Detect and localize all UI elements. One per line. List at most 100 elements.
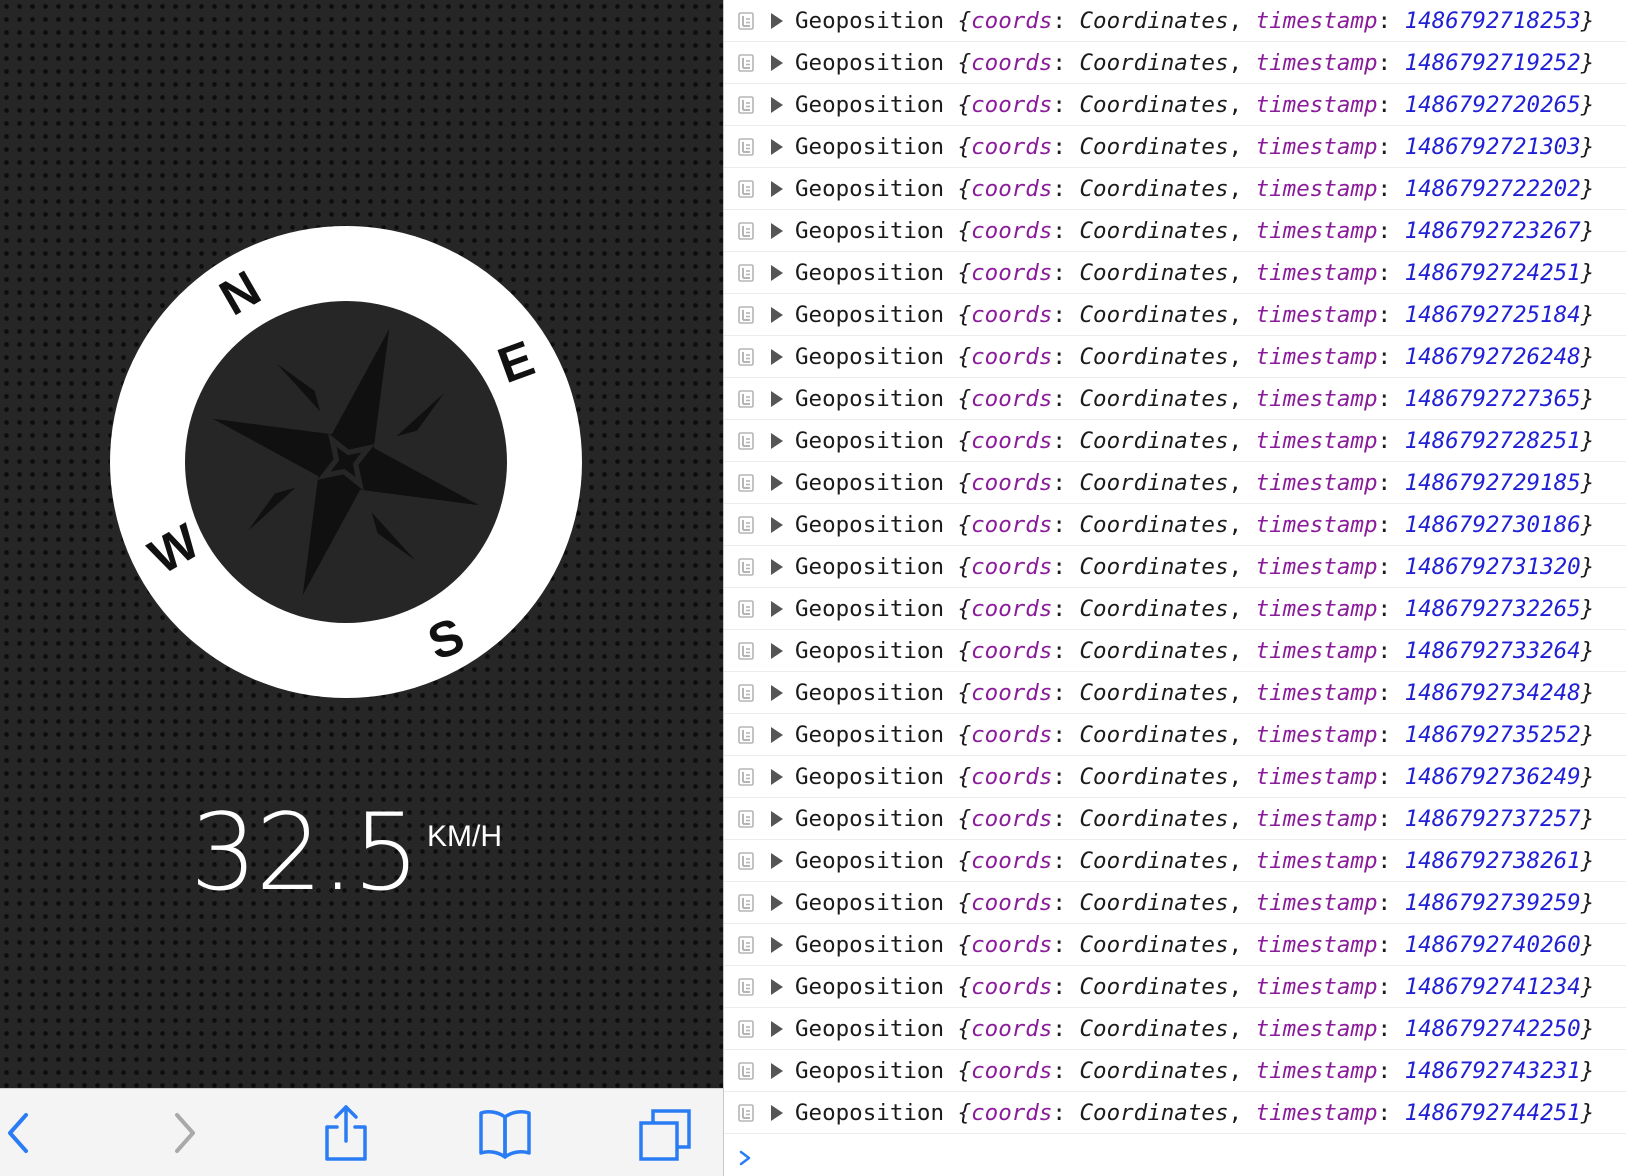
expand-triangle-icon[interactable] [771, 223, 783, 239]
expand-triangle-icon[interactable] [771, 979, 783, 995]
expand-triangle-icon[interactable] [771, 853, 783, 869]
expand-triangle-icon[interactable] [771, 97, 783, 113]
log-entry[interactable]: Geoposition {coords: Coordinates, timest… [724, 1008, 1626, 1050]
expand-triangle-icon[interactable] [771, 937, 783, 953]
log-entry[interactable]: Geoposition {coords: Coordinates, timest… [724, 1050, 1626, 1092]
log-entry[interactable]: Geoposition {coords: Coordinates, timest… [724, 756, 1626, 798]
log-object-type: Geoposition [795, 932, 945, 958]
log-entry[interactable]: Geoposition {coords: Coordinates, timest… [724, 882, 1626, 924]
log-entry[interactable]: Geoposition {coords: Coordinates, timest… [724, 462, 1626, 504]
brace-close: } [1580, 890, 1595, 916]
expand-triangle-icon[interactable] [771, 391, 783, 407]
colon: : [1052, 134, 1080, 160]
colon: : [1377, 764, 1405, 790]
expand-triangle-icon[interactable] [771, 139, 783, 155]
coords-key: coords [971, 680, 1053, 706]
colon: : [1052, 1016, 1080, 1042]
log-entry[interactable]: Geoposition {coords: Coordinates, timest… [724, 840, 1626, 882]
log-entry[interactable]: Geoposition {coords: Coordinates, timest… [724, 126, 1626, 168]
expand-triangle-icon[interactable] [771, 1105, 783, 1121]
expand-triangle-icon[interactable] [771, 181, 783, 197]
expand-triangle-icon[interactable] [771, 265, 783, 281]
expand-triangle-icon[interactable] [771, 895, 783, 911]
tabs-button[interactable] [635, 1103, 695, 1163]
log-entry[interactable]: Geoposition {coords: Coordinates, timest… [724, 798, 1626, 840]
log-entry[interactable]: Geoposition {coords: Coordinates, timest… [724, 966, 1626, 1008]
log-object-type: Geoposition [795, 764, 945, 790]
expand-triangle-icon[interactable] [771, 433, 783, 449]
log-entry[interactable]: Geoposition {coords: Coordinates, timest… [724, 84, 1626, 126]
log-entry[interactable]: Geoposition {coords: Coordinates, timest… [724, 336, 1626, 378]
coords-key: coords [971, 848, 1053, 874]
log-object-type: Geoposition [795, 92, 945, 118]
expand-triangle-icon[interactable] [771, 1063, 783, 1079]
brace-open: { [957, 134, 972, 160]
log-entry[interactable]: Geoposition {coords: Coordinates, timest… [724, 168, 1626, 210]
log-entry[interactable]: Geoposition {coords: Coordinates, timest… [724, 420, 1626, 462]
expand-triangle-icon[interactable] [771, 349, 783, 365]
expand-triangle-icon[interactable] [771, 475, 783, 491]
brace-open: { [957, 554, 972, 580]
log-entry[interactable]: Geoposition {coords: Coordinates, timest… [724, 504, 1626, 546]
expand-triangle-icon[interactable] [771, 517, 783, 533]
log-object-type: Geoposition [795, 554, 945, 580]
log-entry[interactable]: Geoposition {coords: Coordinates, timest… [724, 378, 1626, 420]
expand-triangle-icon[interactable] [771, 13, 783, 29]
expand-triangle-icon[interactable] [771, 811, 783, 827]
log-entry[interactable]: Geoposition {coords: Coordinates, timest… [724, 1092, 1626, 1134]
comma: , [1228, 176, 1256, 202]
brace-open: { [957, 806, 972, 832]
comma: , [1228, 890, 1256, 916]
log-entry[interactable]: Geoposition {coords: Coordinates, timest… [724, 714, 1626, 756]
log-entry[interactable]: Geoposition {coords: Coordinates, timest… [724, 252, 1626, 294]
log-entry[interactable]: Geoposition {coords: Coordinates, timest… [724, 546, 1626, 588]
comma: , [1228, 596, 1256, 622]
expand-triangle-icon[interactable] [771, 769, 783, 785]
expand-triangle-icon[interactable] [771, 643, 783, 659]
coords-value: Coordinates [1079, 680, 1229, 706]
log-entry[interactable]: Geoposition {coords: Coordinates, timest… [724, 294, 1626, 336]
expand-triangle-icon[interactable] [771, 55, 783, 71]
share-button[interactable] [315, 1103, 375, 1163]
log-entry-text: Geoposition {coords: Coordinates, timest… [795, 1008, 1594, 1050]
colon: : [1052, 638, 1080, 664]
chevron-right-icon [175, 1113, 195, 1153]
log-entry[interactable]: Geoposition {coords: Coordinates, timest… [724, 42, 1626, 84]
timestamp-value: 1486792725184 [1404, 302, 1581, 328]
expand-triangle-icon[interactable] [771, 307, 783, 323]
log-entry[interactable]: Geoposition {coords: Coordinates, timest… [724, 588, 1626, 630]
log-entry[interactable]: Geoposition {coords: Coordinates, timest… [724, 672, 1626, 714]
log-entry-text: Geoposition {coords: Coordinates, timest… [795, 84, 1594, 126]
colon: : [1052, 386, 1080, 412]
log-object-type: Geoposition [795, 302, 945, 328]
timestamp-key: timestamp [1255, 680, 1378, 706]
log-entry[interactable]: Geoposition {coords: Coordinates, timest… [724, 630, 1626, 672]
bookmarks-button[interactable] [475, 1103, 535, 1163]
expand-triangle-icon[interactable] [771, 601, 783, 617]
brace-close: } [1580, 554, 1595, 580]
back-button[interactable] [0, 1103, 60, 1163]
chevron-right-icon[interactable] [738, 1150, 752, 1166]
comma: , [1228, 974, 1256, 1000]
brace-open: { [957, 1100, 972, 1126]
brace-open: { [957, 428, 972, 454]
expand-triangle-icon[interactable] [771, 727, 783, 743]
log-source-icon [738, 222, 754, 240]
expand-triangle-icon[interactable] [771, 559, 783, 575]
comma: , [1228, 848, 1256, 874]
log-entry[interactable]: Geoposition {coords: Coordinates, timest… [724, 210, 1626, 252]
coords-key: coords [971, 470, 1053, 496]
log-source-icon [738, 558, 754, 576]
expand-triangle-icon[interactable] [771, 1021, 783, 1037]
comma: , [1228, 92, 1256, 118]
expand-triangle-icon[interactable] [771, 685, 783, 701]
coords-key: coords [971, 1016, 1053, 1042]
brace-close: } [1580, 974, 1595, 1000]
log-entry[interactable]: Geoposition {coords: Coordinates, timest… [724, 924, 1626, 966]
timestamp-key: timestamp [1255, 470, 1378, 496]
log-entry[interactable]: Geoposition {coords: Coordinates, timest… [724, 0, 1626, 42]
comma: , [1228, 344, 1256, 370]
forward-button[interactable] [155, 1103, 215, 1163]
coords-value: Coordinates [1079, 260, 1229, 286]
log-source-icon [738, 12, 754, 30]
